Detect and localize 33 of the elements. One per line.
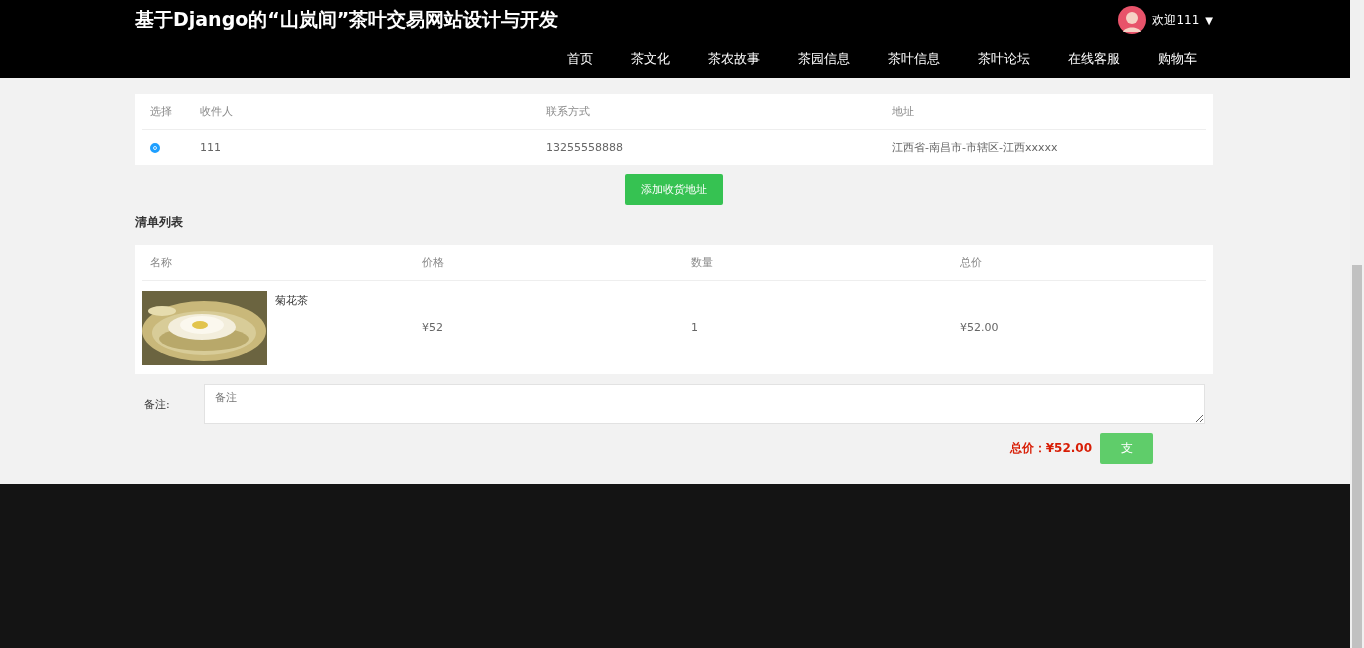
- remark-field[interactable]: 备注: [204, 384, 1205, 424]
- caret-icon[interactable]: ▼: [1205, 14, 1213, 26]
- nav-link[interactable]: 茶叶论坛: [956, 50, 1046, 68]
- scrollbar[interactable]: [1350, 0, 1364, 648]
- item-name: 菊花茶: [275, 292, 308, 308]
- section-title: 清单列表: [135, 214, 184, 231]
- nav-link[interactable]: 首页: [545, 50, 609, 68]
- column-header: 收件人: [199, 104, 234, 119]
- column-header: 选择: [149, 104, 173, 119]
- column-header: 价格: [421, 255, 445, 270]
- nav-link[interactable]: 茶叶信息: [866, 50, 956, 68]
- column-header: 数量: [690, 255, 714, 270]
- nav-link[interactable]: 茶园信息: [776, 50, 866, 68]
- nav-link[interactable]: 茶农故事: [686, 50, 776, 68]
- table-cell-text: ¥52.00: [959, 321, 1000, 334]
- radio-button[interactable]: [150, 142, 160, 153]
- welcome-user[interactable]: 欢迎111: [1152, 11, 1200, 29]
- column-header: 联系方式: [545, 104, 591, 119]
- nav-link[interactable]: 购物车: [1136, 50, 1213, 68]
- total-price: 总价：¥52.00: [1009, 440, 1092, 457]
- table-cell-text: 111: [199, 141, 222, 154]
- table-cell-text: 13255558888: [545, 141, 624, 154]
- column-header: 地址: [891, 104, 915, 119]
- nav-link[interactable]: 茶文化: [609, 50, 686, 68]
- nav-link[interactable]: 在线客服: [1046, 50, 1136, 68]
- remark-label: 备注:: [143, 396, 171, 412]
- column-header: 总价: [959, 255, 983, 270]
- table-cell-text: 1: [690, 321, 699, 334]
- table-cell-text: 江西省-南昌市-市辖区-江西xxxxx: [891, 140, 1059, 155]
- table-cell-text: ¥52: [421, 321, 444, 334]
- site-title: 基于Django的“山岚间”茶叶交易网站设计与开发: [135, 7, 559, 32]
- avatar[interactable]: [1118, 6, 1147, 34]
- column-header: 名称: [149, 255, 173, 270]
